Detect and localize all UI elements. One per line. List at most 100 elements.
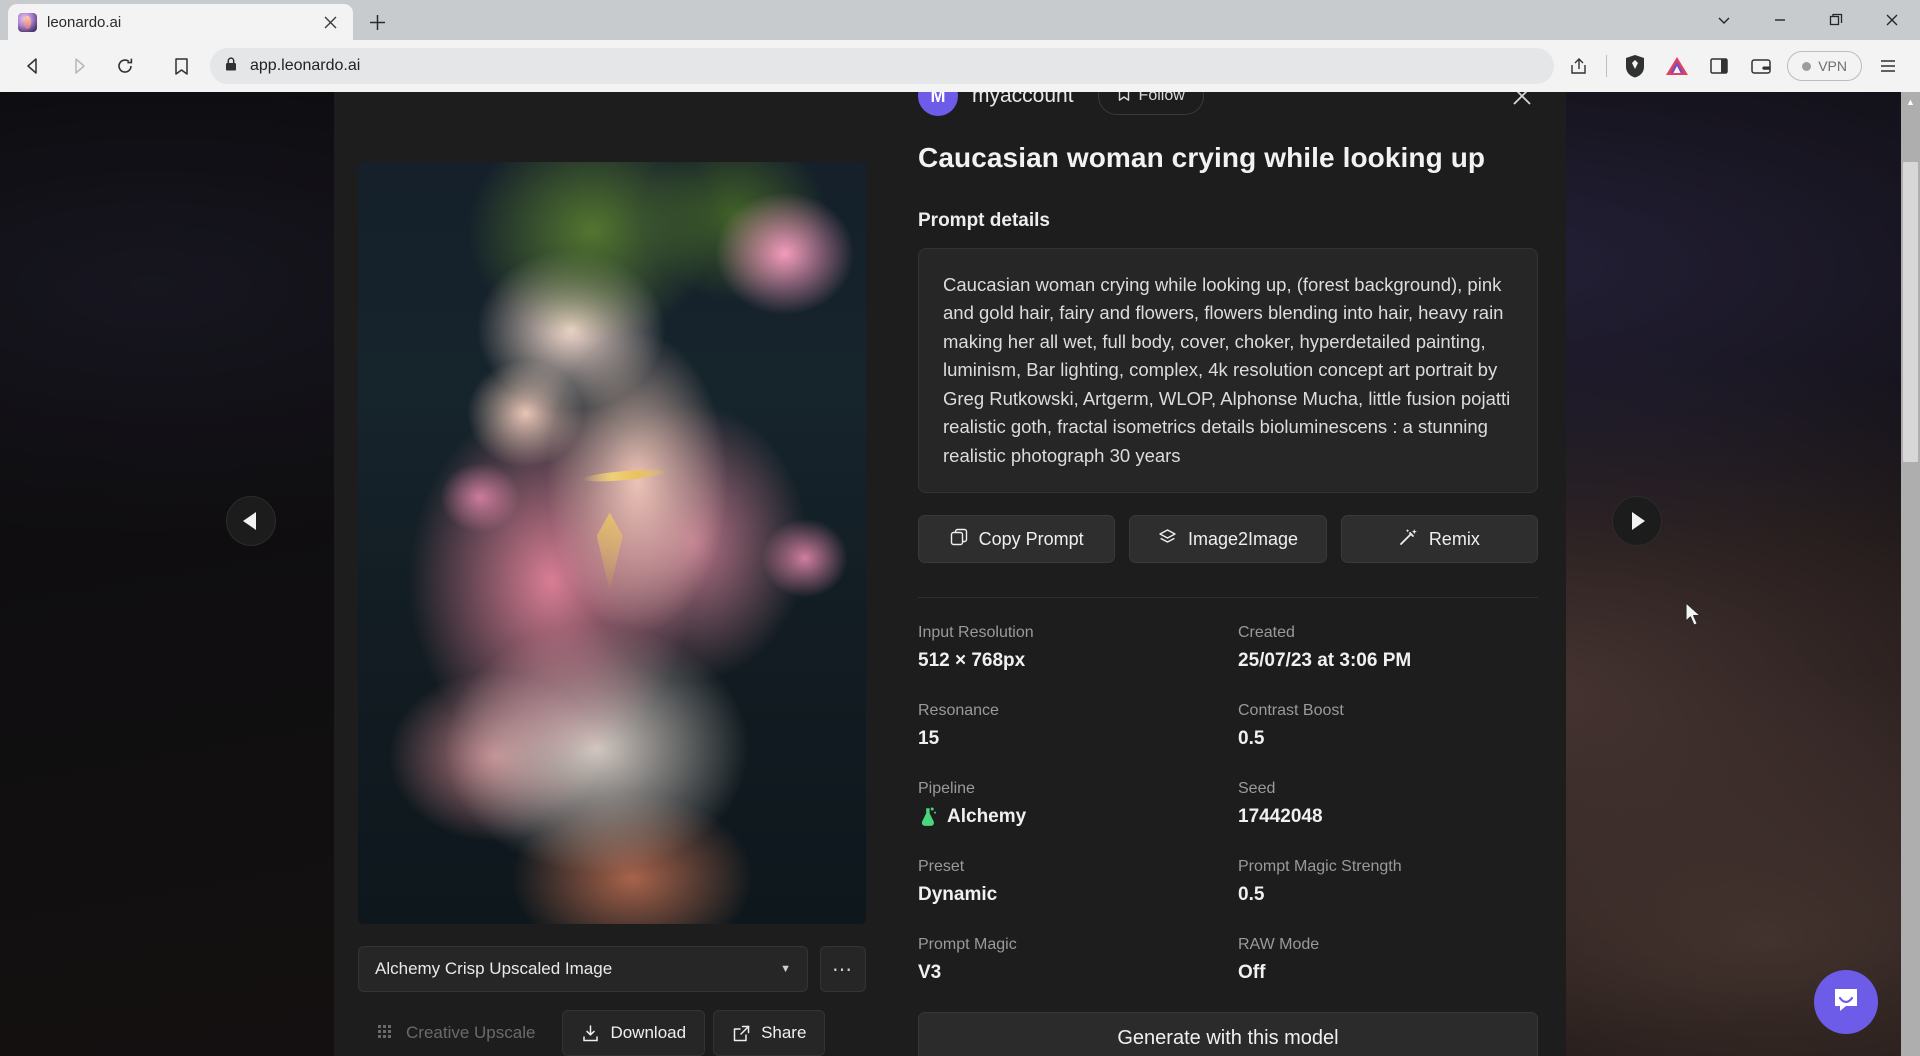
browser-toolbar: app.leonardo.ai VPN [0,40,1920,92]
back-arrow-icon[interactable] [12,45,54,87]
chevron-down-icon[interactable] [1696,0,1752,40]
more-options-label: ⋯ [832,957,854,982]
arrow-left-icon [243,512,256,530]
forward-arrow-icon [58,45,100,87]
address-bar-url: app.leonardo.ai [250,57,360,75]
scroll-up-arrow-icon[interactable]: ▲ [1901,92,1920,111]
vpn-toggle[interactable]: VPN [1787,51,1862,81]
bookmark-icon [1117,92,1131,107]
metadata-value: 0.5 [1238,884,1538,906]
metadata-item: Pipeline Alchemy [918,780,1218,828]
prompt-text: Caucasian woman crying while looking up,… [943,271,1513,470]
window-controls [1696,0,1920,40]
generate-with-model-button[interactable]: Generate with this model [918,1012,1538,1056]
page-scrollbar[interactable]: ▲ [1901,92,1920,1056]
image2image-label: Image2Image [1188,529,1298,550]
lock-icon [224,56,238,77]
metadata-value: 15 [918,728,1218,750]
metadata-key: Seed [1238,780,1538,798]
share-button[interactable]: Share [713,1010,825,1056]
metadata-key: Prompt Magic Strength [1238,858,1538,876]
avatar[interactable]: M [918,92,958,116]
metadata-key: Contrast Boost [1238,702,1538,720]
mouse-cursor [1684,602,1704,635]
copy-prompt-label: Copy Prompt [979,529,1084,550]
metadata-value: 17442048 [1238,806,1538,828]
owner-row: M myaccount Follow [918,92,1538,124]
details-divider [918,597,1538,598]
metadata-key: Prompt Magic [918,936,1218,954]
address-bar[interactable]: app.leonardo.ai [210,48,1554,84]
creative-upscale-button[interactable]: Creative Upscale [358,1010,554,1056]
external-link-icon [732,1024,751,1043]
remix-button[interactable]: Remix [1341,515,1538,563]
download-button[interactable]: Download [562,1010,705,1056]
intercom-chat-icon [1829,983,1863,1022]
close-icon[interactable] [1504,92,1540,114]
download-icon [581,1024,600,1043]
metadata-value: 0.5 [1238,728,1538,750]
brave-triangle-icon[interactable] [1657,46,1697,86]
image-variant-row: Alchemy Crisp Upscaled Image ▼ ⋯ [358,946,866,992]
metadata-key: Resonance [918,702,1218,720]
copy-icon [950,528,968,551]
close-window-icon[interactable] [1864,0,1920,40]
intercom-chat-button[interactable] [1814,970,1878,1034]
close-icon[interactable] [317,9,343,35]
magic-wand-icon [1399,528,1418,551]
restore-icon[interactable] [1808,0,1864,40]
chevron-down-icon: ▼ [780,963,791,975]
image2image-button[interactable]: Image2Image [1129,515,1326,563]
share-label: Share [761,1023,806,1043]
alchemy-flask-icon [918,806,938,828]
arrow-right-icon [1632,512,1645,530]
metadata-item: Input Resolution 512 × 768px [918,624,1218,672]
scrollbar-thumb[interactable] [1903,162,1918,462]
carousel-next-button[interactable] [1612,496,1662,546]
metadata-item: Preset Dynamic [918,858,1218,906]
metadata-value: 512 × 768px [918,650,1218,672]
page-title: Caucasian woman crying while looking up [918,142,1538,174]
more-options-button[interactable]: ⋯ [820,946,866,992]
layers-icon [1158,528,1177,551]
wallet-icon[interactable] [1741,46,1781,86]
page-viewport: Alchemy Crisp Upscaled Image ▼ ⋯ Creativ… [0,92,1920,1056]
reload-icon[interactable] [104,45,146,87]
metadata-value: 25/07/23 at 3:06 PM [1238,650,1538,672]
owner-name[interactable]: myaccount [972,92,1074,108]
minimize-icon[interactable] [1752,0,1808,40]
copy-prompt-button[interactable]: Copy Prompt [918,515,1115,563]
metadata-item: RAW Mode Off [1238,936,1538,984]
browser-tab[interactable]: leonardo.ai [8,4,353,40]
generated-image[interactable] [358,162,866,924]
prompt-details-label: Prompt details [918,210,1538,232]
metadata-key: RAW Mode [1238,936,1538,954]
follow-button[interactable]: Follow [1098,92,1204,115]
image-actions-row: Creative Upscale Download Share [358,1010,866,1056]
metadata-value: Off [1238,962,1538,984]
new-tab-button[interactable] [357,4,397,40]
prompt-actions-row: Copy Prompt Image2Image Remix [918,515,1538,563]
carousel-prev-button[interactable] [226,496,276,546]
grid-upscale-icon [377,1024,396,1043]
metadata-value: V3 [918,962,1218,984]
metadata-grid: Input Resolution 512 × 768px Created 25/… [918,624,1538,984]
hamburger-menu-icon[interactable] [1868,46,1908,86]
share-icon[interactable] [1558,46,1598,86]
generate-with-model-label: Generate with this model [1117,1027,1338,1050]
brave-lion-shield-icon[interactable] [1615,46,1655,86]
bookmark-icon[interactable] [160,45,202,87]
image-detail-modal: Alchemy Crisp Upscaled Image ▼ ⋯ Creativ… [334,92,1566,1056]
metadata-item: Contrast Boost 0.5 [1238,702,1538,750]
image-variant-select[interactable]: Alchemy Crisp Upscaled Image ▼ [358,946,808,992]
metadata-key: Pipeline [918,780,1218,798]
prompt-box: Caucasian woman crying while looking up,… [918,248,1538,493]
metadata-key: Created [1238,624,1538,642]
tab-title: leonardo.ai [47,14,307,31]
detail-column: M myaccount Follow Caucasian woman cryin… [890,92,1566,1056]
vpn-status-dot [1802,62,1811,71]
browser-titlebar: leonardo.ai [0,0,1920,40]
metadata-value: Alchemy [947,806,1026,828]
sidebar-toggle-icon[interactable] [1699,46,1739,86]
metadata-key: Preset [918,858,1218,876]
